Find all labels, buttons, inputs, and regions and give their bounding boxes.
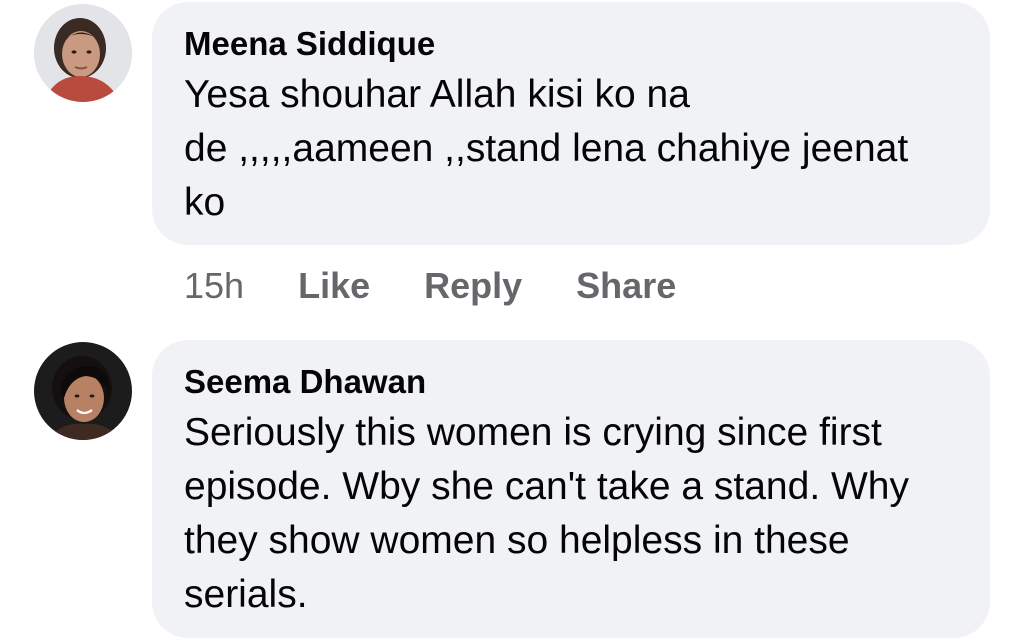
comment-text-line: they show women so helpless in these — [184, 519, 850, 562]
comment-bubble: Seema Dhawan Seriously this women is cry… — [152, 340, 990, 638]
comment-text-line: ko — [184, 181, 226, 224]
avatar[interactable] — [34, 4, 132, 102]
comment-author[interactable]: Seema Dhawan — [184, 362, 960, 402]
comment-text: Seriously this women is crying since fir… — [184, 406, 960, 622]
comment-text-line: serials. — [184, 573, 308, 616]
reply-button[interactable]: Reply — [424, 265, 522, 307]
comment-text-line: episode. Wby she can't take a stand. Why — [184, 465, 909, 508]
avatar[interactable] — [34, 342, 132, 440]
profile-photo-icon — [34, 342, 132, 440]
comment-text-line: Yesa shouhar Allah kisi ko na — [184, 73, 690, 116]
like-button[interactable]: Like — [298, 265, 370, 307]
comment-text: Yesa shouhar Allah kisi ko na de ,,,,,aa… — [184, 68, 960, 230]
comment-bubble: Meena Siddique Yesa shouhar Allah kisi k… — [152, 2, 990, 245]
comment-author[interactable]: Meena Siddique — [184, 24, 960, 64]
comment-actions: 15h Like Reply Share — [184, 264, 730, 308]
comment-timestamp[interactable]: 15h — [184, 265, 244, 307]
share-button[interactable]: Share — [576, 265, 676, 307]
comment-text-line: de ,,,,,aameen ,,stand lena chahiye jeen… — [184, 127, 909, 170]
comment-text-line: Seriously this women is crying since fir… — [184, 411, 882, 454]
profile-photo-icon — [34, 4, 132, 102]
